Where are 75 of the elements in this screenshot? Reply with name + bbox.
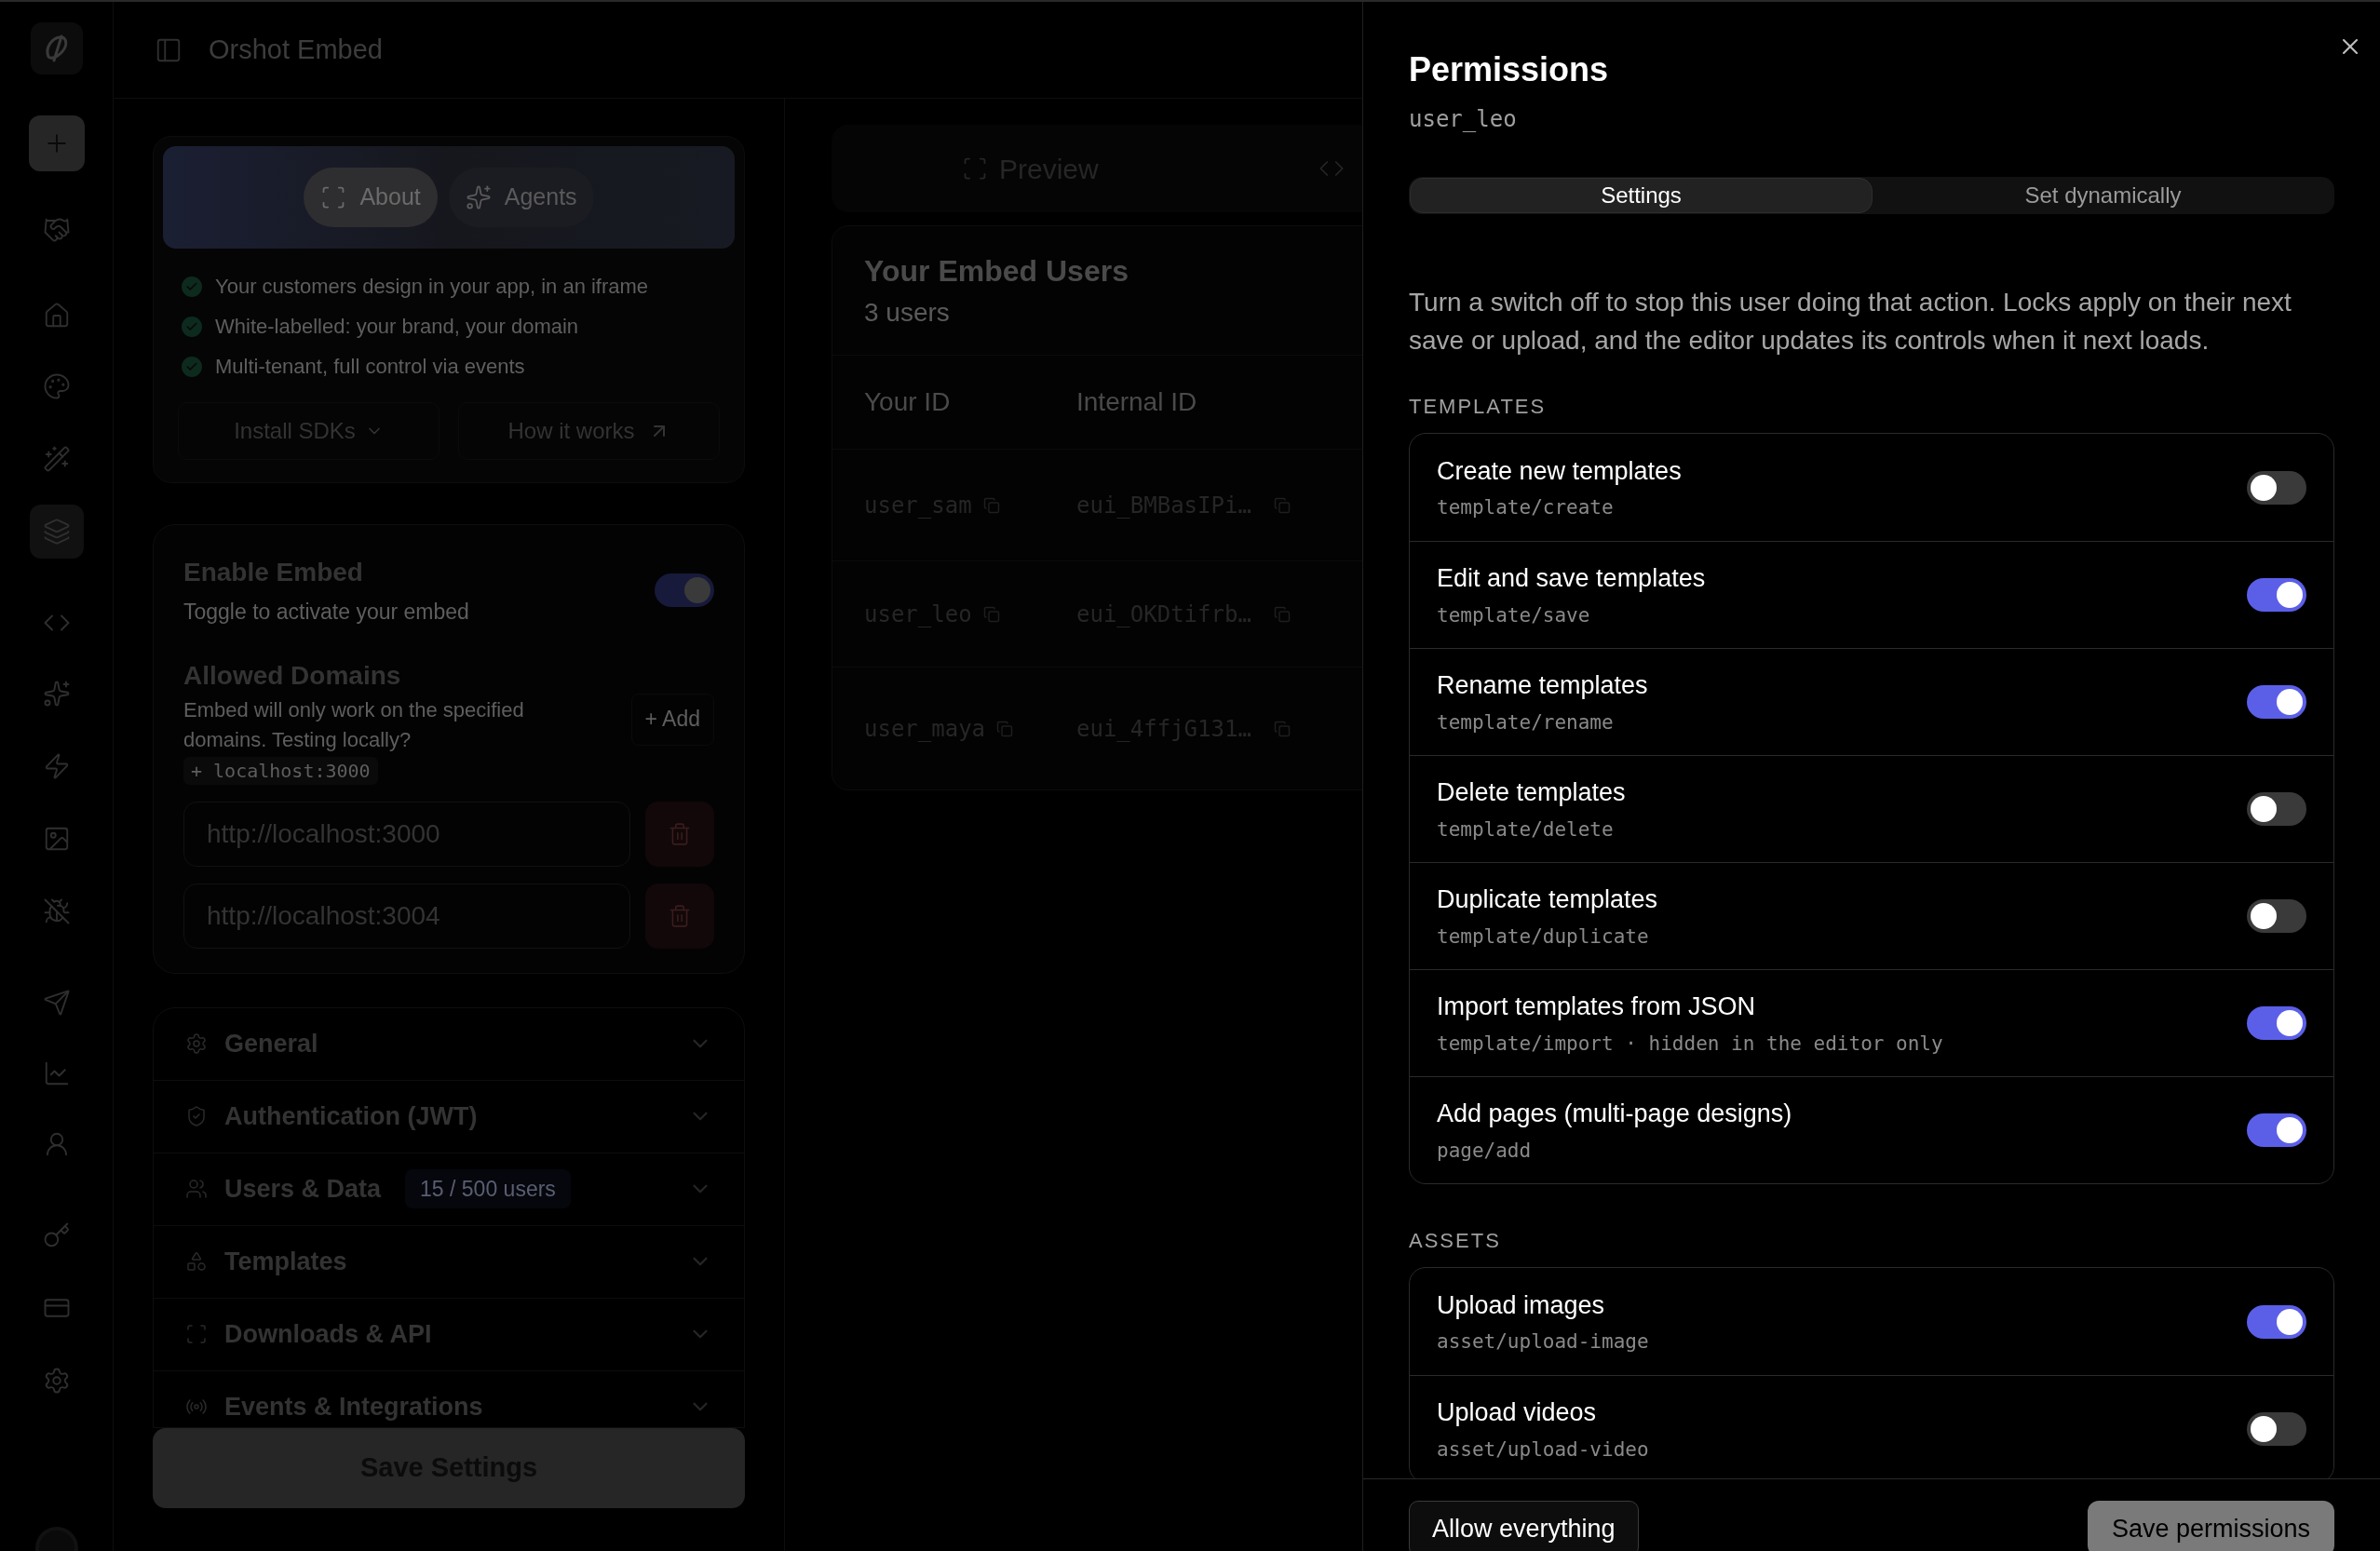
about-tab[interactable]: About <box>304 168 438 227</box>
layers-icon[interactable] <box>29 505 84 559</box>
copy-icon[interactable] <box>982 496 1000 514</box>
localhost-chip[interactable]: + localhost:3000 <box>183 756 378 785</box>
permission-title: Edit and save templates <box>1437 563 1706 594</box>
permission-title: Create new templates <box>1437 455 1682 487</box>
feature-text: Your customers design in your app, in an iframe <box>215 274 649 300</box>
group-label: ASSETS <box>1409 1228 1502 1254</box>
tab[interactable]: Settings <box>1410 178 1873 213</box>
description-text: Turn a switch off to stop this user doing that action. Locks apply on their next save or upload, and the editor updates its controls when it next loads. <box>1409 287 2292 357</box>
check-icon <box>182 356 202 377</box>
shapes-icon <box>185 1250 208 1273</box>
group-label: TEMPLATES <box>1409 394 1548 420</box>
shield-icon <box>185 1105 208 1127</box>
enable-toggle[interactable] <box>655 573 714 608</box>
permission-title: Import templates from JSON <box>1437 991 1757 1022</box>
delete-button[interactable] <box>645 883 714 949</box>
toggle-switch[interactable] <box>2247 1412 2306 1446</box>
permission-title: Add pages (multi-page designs) <box>1437 1099 1792 1129</box>
section-description: Embed will only work on the specified domains. Testing locally? <box>183 696 525 753</box>
toggle-switch[interactable] <box>2247 899 2306 933</box>
card-title: Your Embed Users <box>864 253 1129 290</box>
check-icon <box>182 276 202 297</box>
feature-text: White-labelled: your brand, your domain <box>215 314 579 340</box>
user-id: user_leo <box>1409 105 1518 134</box>
permission-title: Upload videos <box>1437 1397 1598 1428</box>
drawer-title: Permissions <box>1409 49 1610 90</box>
toggle-switch[interactable] <box>2247 1006 2306 1040</box>
toggle-switch[interactable] <box>2247 470 2306 505</box>
permission-code: asset/upload-video <box>1437 1436 1649 1463</box>
toggle-switch[interactable] <box>2247 792 2306 826</box>
permission-code: template/delete <box>1437 816 1615 843</box>
trash-icon <box>668 821 692 846</box>
permission-title: Duplicate templates <box>1437 884 1658 915</box>
column-header: Your ID <box>864 386 952 418</box>
copy-icon[interactable] <box>982 605 1000 623</box>
settings-icon <box>185 1032 208 1055</box>
permission-code: template/rename <box>1437 709 1615 735</box>
toggle-switch[interactable] <box>2247 1304 2306 1339</box>
sparkles-icon <box>465 184 492 210</box>
add-domain-button[interactable]: + Add <box>630 693 714 746</box>
check-icon <box>182 316 202 337</box>
copy-icon[interactable] <box>996 720 1014 737</box>
frame-icon <box>185 1323 208 1345</box>
copy-icon[interactable] <box>1273 496 1291 514</box>
tab[interactable]: Set dynamically <box>1873 178 2333 213</box>
permission-code: template/save <box>1437 602 1591 628</box>
permission-title: Upload images <box>1437 1289 1606 1321</box>
about-tab[interactable]: Agents <box>448 168 594 227</box>
usage-badge: 15 / 500 users <box>405 1169 571 1208</box>
frame-icon <box>962 155 988 182</box>
permission-title: Rename templates <box>1437 670 1648 701</box>
feature-text: Multi-tenant, full control via events <box>215 354 525 380</box>
users-icon <box>185 1178 208 1200</box>
user-count: 3 users <box>864 297 950 329</box>
copy-icon[interactable] <box>1273 720 1291 737</box>
permission-code: template/create <box>1437 495 1615 520</box>
permission-title: Delete templates <box>1437 777 1626 808</box>
toggle-switch[interactable] <box>2247 578 2306 612</box>
permission-code: template/import · hidden in the editor only <box>1437 1031 1943 1057</box>
save-permissions-button[interactable]: Save permissions <box>2087 1501 2334 1551</box>
page-title: Orshot Embed <box>209 33 383 66</box>
logo-icon[interactable] <box>30 22 83 74</box>
section-subtitle: Toggle to activate your embed <box>183 599 469 626</box>
copy-icon[interactable] <box>1273 605 1291 623</box>
toggle-switch[interactable] <box>2247 685 2306 719</box>
toggle-switch[interactable] <box>2247 1113 2306 1147</box>
delete-button[interactable] <box>645 801 714 867</box>
permission-code: page/add <box>1437 1138 1533 1164</box>
permission-code: asset/upload-image <box>1437 1329 1649 1355</box>
trash-icon <box>668 903 692 928</box>
plus-icon[interactable] <box>28 115 85 171</box>
permission-code: template/duplicate <box>1437 924 1650 950</box>
column-header: Internal ID <box>1076 386 1198 418</box>
allow-everything-button[interactable]: Allow everything <box>1409 1501 1639 1551</box>
